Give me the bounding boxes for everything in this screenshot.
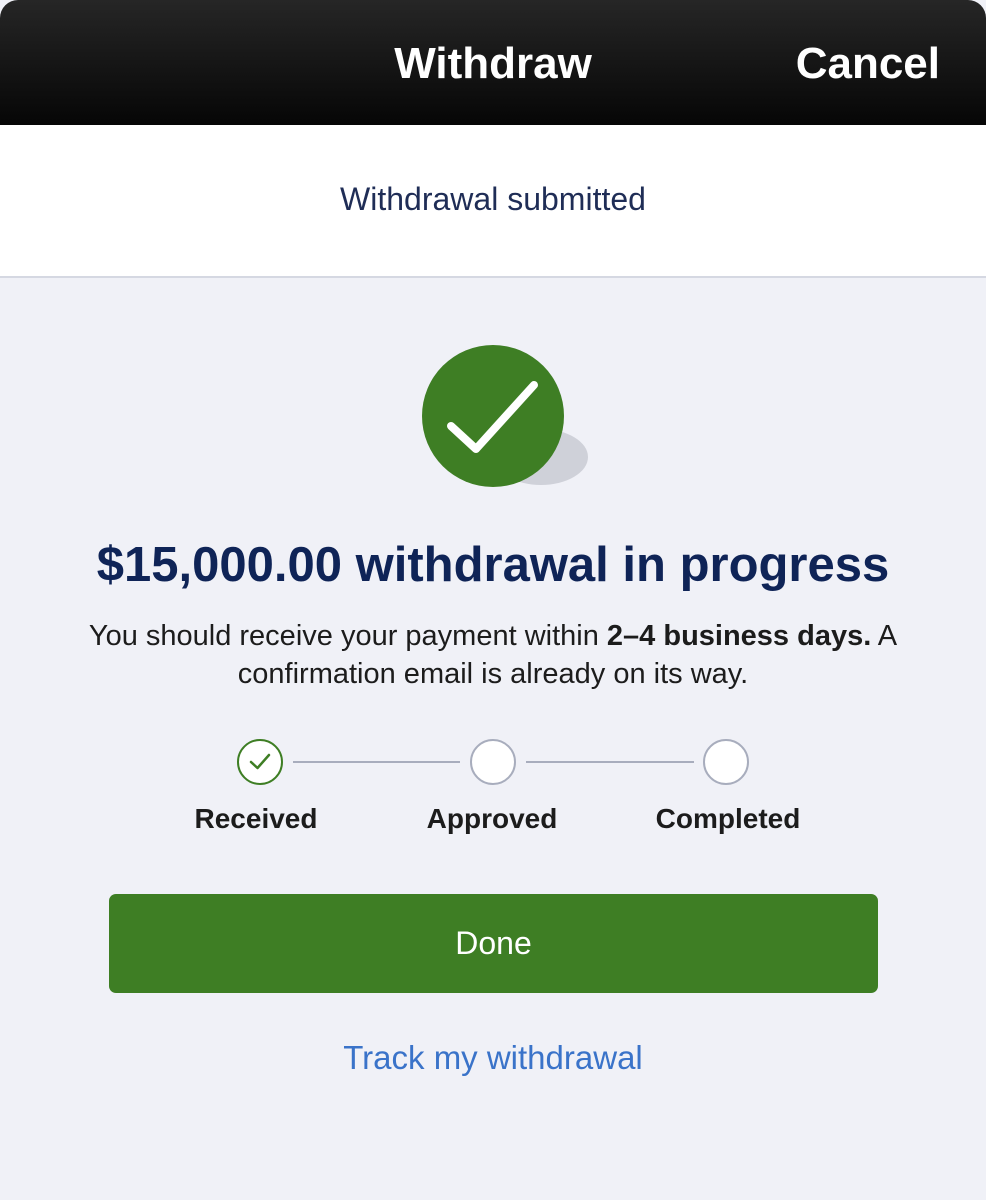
withdrawal-headline: $15,000.00 withdrawal in progress — [96, 538, 890, 592]
step-connector — [293, 761, 460, 763]
check-circle-icon — [422, 345, 564, 487]
cancel-button[interactable]: Cancel — [796, 38, 940, 90]
step-label-completed: Completed — [655, 803, 801, 834]
confirmation-message: You should receive your payment within 2… — [50, 617, 936, 693]
message-prefix: You should receive your payment within — [88, 620, 607, 652]
step-connector — [526, 761, 694, 763]
step-received-check-icon — [237, 739, 283, 785]
step-label-received: Received — [194, 803, 318, 834]
message-business-days: 2–4 business days. — [606, 620, 872, 652]
track-withdrawal-link[interactable]: Track my withdrawal — [0, 1036, 986, 1080]
step-completed-dot — [703, 739, 749, 785]
step-approved-dot — [470, 739, 516, 785]
done-button[interactable]: Done — [109, 894, 878, 993]
success-badge — [422, 345, 592, 490]
top-bar: Withdraw Cancel — [0, 0, 986, 125]
status-text: Withdrawal submitted — [340, 181, 646, 217]
withdraw-screen: Withdraw Cancel Withdrawal submitted $15… — [0, 0, 986, 1200]
step-label-approved: Approved — [426, 803, 558, 834]
